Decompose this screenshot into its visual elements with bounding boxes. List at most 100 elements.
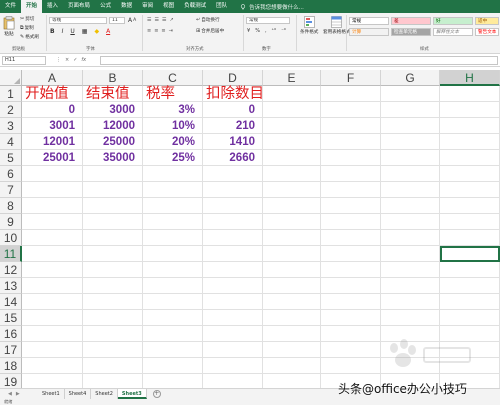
cell[interactable] xyxy=(440,214,500,230)
style-bad[interactable]: 差 xyxy=(391,17,431,25)
font-color-icon[interactable]: A xyxy=(106,28,110,35)
cell[interactable] xyxy=(143,246,203,262)
cell[interactable] xyxy=(83,358,143,374)
name-box[interactable]: H11 xyxy=(2,55,46,65)
cell[interactable] xyxy=(83,310,143,326)
paste-button[interactable]: 粘贴 xyxy=(3,16,15,37)
cell[interactable] xyxy=(83,230,143,246)
data-cell[interactable]: 25% xyxy=(143,150,203,166)
cell[interactable] xyxy=(440,166,500,182)
data-cell[interactable]: 20% xyxy=(143,134,203,150)
cell[interactable] xyxy=(143,342,203,358)
header-cell-end-value[interactable]: 结束值 xyxy=(83,86,143,102)
currency-icon[interactable]: ¥ xyxy=(247,28,250,34)
cell[interactable] xyxy=(321,182,381,198)
cell[interactable] xyxy=(321,246,381,262)
cell[interactable] xyxy=(263,214,321,230)
select-all-corner[interactable] xyxy=(0,70,22,86)
fill-color-icon[interactable]: ◆ xyxy=(94,28,99,35)
cell[interactable] xyxy=(321,262,381,278)
cell[interactable] xyxy=(321,86,381,102)
cell[interactable] xyxy=(263,342,321,358)
cell[interactable] xyxy=(381,102,440,118)
bold-button[interactable]: B xyxy=(50,28,55,35)
sheet-tab[interactable]: Sheet1 xyxy=(38,389,65,399)
cell[interactable] xyxy=(263,118,321,134)
data-cell[interactable]: 210 xyxy=(203,118,263,134)
data-cell[interactable]: 12000 xyxy=(83,118,143,134)
cell[interactable] xyxy=(22,294,83,310)
header-cell-deduction[interactable]: 扣除数目 xyxy=(203,86,264,102)
cell[interactable] xyxy=(83,326,143,342)
cell[interactable] xyxy=(203,358,263,374)
data-cell[interactable]: 0 xyxy=(203,102,263,118)
copy-button[interactable]: ⧉ 复制 xyxy=(20,25,34,31)
cell[interactable] xyxy=(440,150,500,166)
style-normal[interactable]: 常规 xyxy=(349,17,389,25)
conditional-format-button[interactable]: 条件格式 xyxy=(300,16,318,35)
orientation-icon[interactable]: ↗ xyxy=(169,17,173,23)
decrease-decimal-icon[interactable]: ⁻⁰ xyxy=(281,28,286,34)
cell[interactable] xyxy=(440,262,500,278)
cell[interactable] xyxy=(143,326,203,342)
style-neutral[interactable]: 适中 xyxy=(475,17,499,25)
cell[interactable] xyxy=(83,198,143,214)
cell[interactable] xyxy=(381,230,440,246)
merge-center-button[interactable]: ⊞ 合并后居中 xyxy=(196,28,224,34)
cell[interactable] xyxy=(263,182,321,198)
cell[interactable] xyxy=(381,278,440,294)
cell[interactable] xyxy=(22,326,83,342)
data-cell[interactable]: 3% xyxy=(143,102,203,118)
align-center-icon[interactable]: ≡ xyxy=(154,28,158,34)
cell[interactable] xyxy=(321,102,381,118)
row-header[interactable]: 7 xyxy=(0,182,22,198)
column-header-g[interactable]: G xyxy=(381,70,440,86)
row-header[interactable]: 6 xyxy=(0,166,22,182)
cell[interactable] xyxy=(143,310,203,326)
cell[interactable] xyxy=(321,214,381,230)
sheet-tab[interactable]: Sheet2 xyxy=(91,389,118,399)
cell[interactable] xyxy=(381,294,440,310)
cell[interactable] xyxy=(263,278,321,294)
wrap-text-button[interactable]: ↵ 自动换行 xyxy=(196,17,220,23)
italic-button[interactable]: I xyxy=(62,28,64,35)
align-left-icon[interactable]: ≡ xyxy=(147,28,151,34)
increase-font-icon[interactable]: A xyxy=(128,17,132,24)
next-sheet-icon[interactable]: ▶ xyxy=(16,391,20,397)
enter-icon[interactable]: ✓ xyxy=(73,57,77,63)
cell[interactable] xyxy=(381,310,440,326)
column-header-a[interactable]: A xyxy=(22,70,83,86)
cell[interactable] xyxy=(83,246,143,262)
cell[interactable] xyxy=(203,278,263,294)
cell[interactable] xyxy=(22,166,83,182)
cell[interactable] xyxy=(263,262,321,278)
row-header[interactable]: 10 xyxy=(0,230,22,246)
cell[interactable] xyxy=(440,310,500,326)
menu-load-test[interactable]: 负载测试 xyxy=(179,0,211,13)
style-check-cell[interactable]: 检查单元格 xyxy=(391,28,431,36)
data-cell[interactable]: 25000 xyxy=(83,134,143,150)
column-header-f[interactable]: F xyxy=(321,70,381,86)
cell[interactable] xyxy=(321,134,381,150)
cell[interactable] xyxy=(321,166,381,182)
font-name-select[interactable]: 等线 xyxy=(49,17,107,24)
cell[interactable] xyxy=(321,310,381,326)
cell[interactable] xyxy=(440,198,500,214)
cell[interactable] xyxy=(381,182,440,198)
column-header-e[interactable]: E xyxy=(263,70,321,86)
comma-button[interactable]: , xyxy=(265,28,267,34)
cell[interactable] xyxy=(83,294,143,310)
cell[interactable] xyxy=(381,198,440,214)
cell[interactable] xyxy=(381,118,440,134)
data-cell[interactable]: 1410 xyxy=(203,134,263,150)
cell[interactable] xyxy=(22,342,83,358)
row-header[interactable]: 9 xyxy=(0,214,22,230)
cell[interactable] xyxy=(381,86,440,102)
header-cell-tax-rate[interactable]: 税率 xyxy=(143,86,203,102)
cancel-icon[interactable]: × xyxy=(65,57,69,63)
cell[interactable] xyxy=(263,102,321,118)
cell[interactable] xyxy=(381,262,440,278)
cell[interactable] xyxy=(381,134,440,150)
cell[interactable] xyxy=(440,102,500,118)
data-cell[interactable]: 12001 xyxy=(22,134,83,150)
